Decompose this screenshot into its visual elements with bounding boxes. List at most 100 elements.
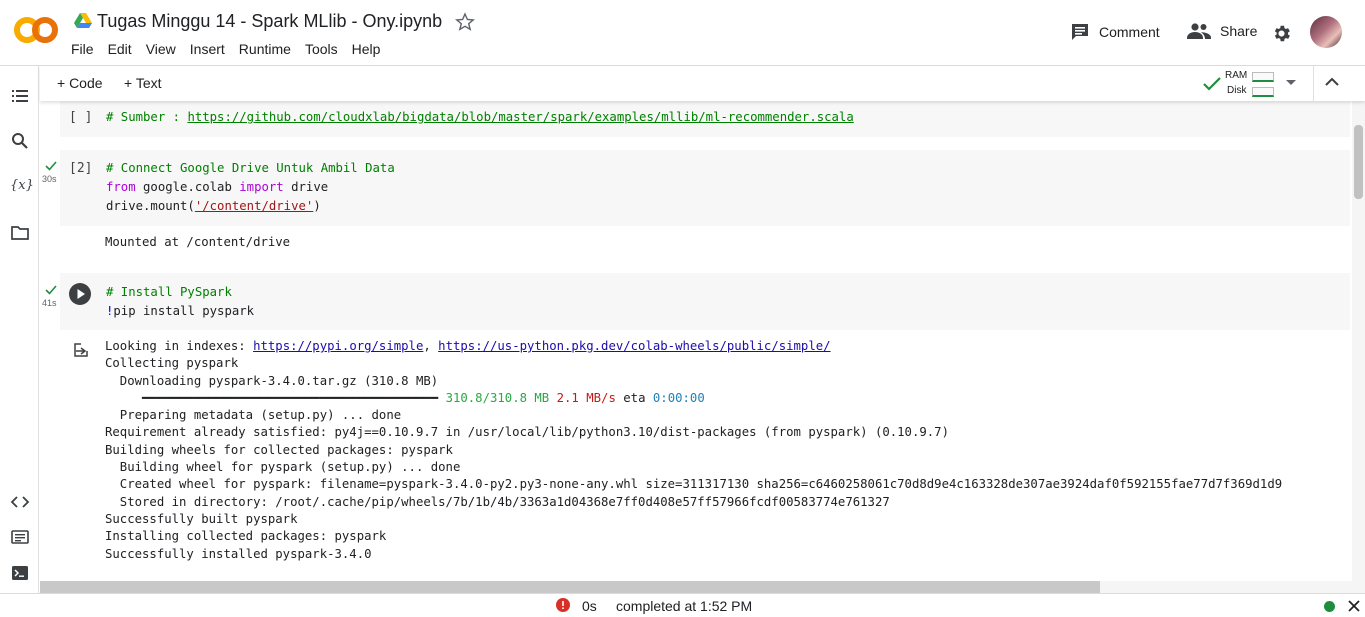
output-text: Building wheel for pyspark (setup.py) ..… [105, 460, 461, 475]
output-text: Requirement already satisfied: py4j==0.1… [105, 425, 949, 440]
colab-logo-icon[interactable] [12, 12, 60, 48]
vertical-scrollbar[interactable] [1352, 101, 1365, 593]
output-text: , [423, 339, 439, 353]
code-cell-3[interactable]: # Install PySpark !pip install pyspark [60, 273, 1350, 330]
comment-icon [1072, 24, 1088, 40]
output-text: Downloading pyspark-3.4.0.tar.gz (310.8 … [105, 373, 439, 388]
download-speed: 2.1 [556, 390, 579, 405]
eta-value: 0:00:00 [652, 390, 705, 405]
progress-bar-text: ━━━━━━━━━━━━━━━━━━━━━━━━━━━━━━━━━━━━━━━━ [105, 390, 446, 405]
eta-label: eta [615, 390, 653, 405]
output-text: Preparing metadata (setup.py) ... done [105, 408, 402, 423]
colab-wheels-link[interactable]: https://us-python.pkg.dev/colab-wheels/p… [438, 339, 830, 353]
cell-code[interactable]: # Connect Google Drive Untuk Ambil Data … [106, 159, 395, 216]
menu-runtime[interactable]: Runtime [239, 41, 298, 57]
output-text: Created wheel for pyspark: filename=pysp… [105, 477, 1283, 492]
code-comment: # Sumber : [106, 110, 188, 124]
menu-help[interactable]: Help [352, 41, 388, 57]
folder-icon[interactable] [10, 223, 30, 243]
code-snippets-icon[interactable] [10, 492, 30, 512]
output-text: Installing collected packages: pyspark [105, 529, 387, 544]
code-comment: # Install PySpark [106, 285, 232, 299]
cell-output: Mounted at /content/drive [105, 235, 291, 249]
ram-usage-bar [1252, 72, 1274, 82]
ram-label: RAM [1225, 70, 1248, 81]
people-icon [1187, 23, 1211, 39]
connected-check-icon [1203, 77, 1221, 91]
share-button[interactable]: Share [1187, 22, 1257, 40]
resource-monitor[interactable]: RAM Disk [1203, 69, 1313, 99]
source-link[interactable]: https://github.com/cloudxlab/bigdata/blo… [187, 110, 853, 124]
output-text: Stored in directory: /root/.cache/pip/wh… [105, 494, 890, 509]
cell-success-check-icon [45, 161, 57, 171]
error-icon[interactable] [556, 598, 570, 612]
pypi-link[interactable]: https://pypi.org/simple [253, 339, 423, 353]
run-cell-button[interactable] [69, 283, 91, 305]
cell-exec-time: 30s [42, 174, 57, 184]
notebook-content: [ ] # Sumber : https://github.com/cloudx… [40, 101, 1352, 581]
disk-usage-bar [1252, 87, 1274, 97]
comment-button[interactable]: Comment [1070, 22, 1160, 42]
execution-count: [ ] [69, 110, 93, 125]
search-icon[interactable] [10, 131, 30, 151]
menu-insert[interactable]: Insert [190, 41, 232, 57]
toolbar-divider [1313, 66, 1314, 101]
table-of-contents-icon[interactable] [10, 86, 30, 106]
runtime-connected-indicator [1324, 601, 1335, 612]
play-icon [77, 289, 85, 299]
code-string: '/content/drive' [194, 199, 314, 213]
execution-count: [2] [69, 161, 93, 176]
cell-output: Looking in indexes: https://pypi.org/sim… [105, 338, 1282, 563]
notebook-title[interactable]: Tugas Minggu 14 - Spark MLlib - Ony.ipyn… [97, 11, 442, 32]
keyword-from: from [106, 180, 136, 194]
download-speed-unit: MB/s [578, 390, 616, 405]
comment-label: Comment [1099, 24, 1160, 40]
menu-bar: File Edit View Insert Runtime Tools Help [71, 41, 394, 57]
shell-command: pip install pyspark [113, 304, 255, 318]
code-comment: # Connect Google Drive Untuk Ambil Data [106, 161, 395, 175]
output-actions-icon[interactable] [73, 342, 91, 358]
notebook-toolbar: + Code + Text RAM Disk [40, 66, 1365, 101]
cell-code[interactable]: # Install PySpark !pip install pyspark [106, 283, 254, 321]
menu-edit[interactable]: Edit [108, 41, 139, 57]
cell-exec-time: 41s [42, 298, 57, 308]
code-name: drive [283, 180, 329, 194]
command-palette-icon[interactable] [10, 527, 30, 547]
code-module: google.colab [135, 180, 240, 194]
menu-file[interactable]: File [71, 41, 101, 57]
close-icon[interactable] [1348, 600, 1360, 612]
menu-view[interactable]: View [146, 41, 183, 57]
output-text: Collecting pyspark [105, 356, 239, 371]
output-text: Building wheels for collected packages: … [105, 442, 453, 457]
horizontal-scroll-thumb[interactable] [40, 581, 1100, 593]
cell-code[interactable]: # Sumber : https://github.com/cloudxlab/… [106, 108, 854, 127]
status-bar: 0s completed at 1:52 PM [0, 593, 1365, 617]
add-text-button[interactable]: + Text [124, 75, 162, 91]
terminal-icon[interactable] [10, 563, 30, 583]
output-text: Successfully built pyspark [105, 511, 298, 526]
disk-label: Disk [1227, 85, 1247, 96]
variables-icon[interactable]: {x} [10, 176, 34, 196]
star-icon[interactable] [455, 12, 475, 32]
horizontal-scrollbar[interactable] [40, 581, 1352, 593]
download-size: 310.8/310.8 MB [445, 390, 550, 405]
code-cell-1[interactable]: [ ] # Sumber : https://github.com/cloudx… [60, 101, 1350, 137]
gear-icon[interactable] [1271, 23, 1292, 44]
output-text: Successfully installed pyspark-3.4.0 [105, 546, 372, 561]
resource-dropdown-icon[interactable] [1286, 80, 1296, 85]
keyword-import: import [239, 180, 284, 194]
add-code-button[interactable]: + Code [57, 75, 103, 91]
status-exec-time: 0s [582, 598, 597, 614]
chevron-up-icon[interactable] [1324, 76, 1340, 88]
user-avatar[interactable] [1310, 16, 1342, 48]
cell-success-check-icon [45, 285, 57, 295]
status-text[interactable]: completed at 1:52 PM [616, 598, 752, 614]
vertical-scroll-thumb[interactable] [1354, 125, 1363, 199]
google-drive-icon[interactable] [74, 13, 92, 29]
menu-tools[interactable]: Tools [305, 41, 345, 57]
code-call: drive.mount( [106, 199, 195, 213]
code-cell-2[interactable]: [2] # Connect Google Drive Untuk Ambil D… [60, 150, 1350, 226]
colab-app: Tugas Minggu 14 - Spark MLlib - Ony.ipyn… [0, 0, 1365, 617]
share-label: Share [1220, 23, 1258, 39]
left-sidebar: {x} [0, 66, 39, 593]
